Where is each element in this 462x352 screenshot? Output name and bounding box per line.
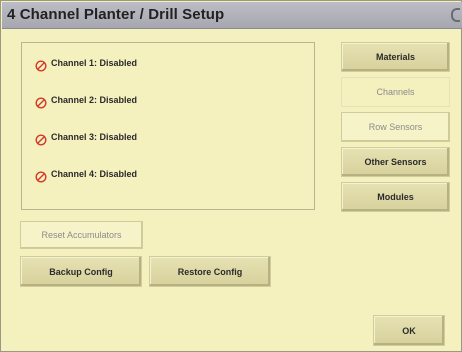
disabled-icon	[35, 96, 47, 109]
materials-button[interactable]: Materials	[341, 42, 450, 72]
window-title: 4 Channel Planter / Drill Setup	[7, 6, 225, 23]
channel-label: Channel 4: Disabled	[51, 169, 138, 179]
window-control-icon[interactable]	[451, 8, 460, 22]
disabled-icon	[35, 133, 47, 146]
modules-button[interactable]: Modules	[341, 182, 450, 212]
channel-row-2: Channel 2: Disabled	[35, 90, 137, 110]
channel-label: Channel 3: Disabled	[51, 132, 138, 142]
backup-config-button[interactable]: Backup Config	[20, 256, 142, 287]
channel-label: Channel 2: Disabled	[51, 95, 138, 105]
disabled-icon	[35, 59, 47, 72]
setup-window: 4 Channel Planter / Drill Setup Channel …	[0, 0, 462, 352]
disabled-icon	[35, 170, 47, 183]
row-sensors-button[interactable]: Row Sensors	[341, 112, 450, 142]
channel-status-panel: Channel 1: Disabled Channel 2: Disabled …	[21, 42, 315, 210]
title-bar: 4 Channel Planter / Drill Setup	[2, 2, 462, 29]
ok-button[interactable]: OK	[373, 315, 445, 346]
channel-row-3: Channel 3: Disabled	[35, 127, 137, 147]
channel-row-1: Channel 1: Disabled	[35, 53, 137, 73]
reset-accumulators-button[interactable]: Reset Accumulators	[20, 221, 143, 249]
restore-config-button[interactable]: Restore Config	[149, 256, 271, 287]
channel-label: Channel 1: Disabled	[51, 58, 138, 68]
other-sensors-button[interactable]: Other Sensors	[341, 147, 450, 177]
channel-row-4: Channel 4: Disabled	[35, 164, 137, 184]
channels-button[interactable]: Channels	[341, 77, 450, 107]
